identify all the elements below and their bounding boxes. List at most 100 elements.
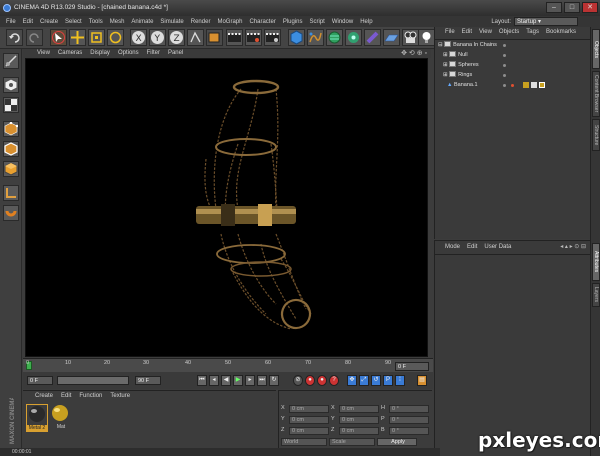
scale-key-icon[interactable]: ⤢ [359,375,369,386]
points-icon[interactable] [3,121,19,137]
object-item-rings[interactable]: ⊞ Rings [443,71,472,80]
apply-button[interactable]: Apply [377,438,417,446]
spline-pen-icon[interactable] [307,29,324,46]
array-icon[interactable] [345,29,362,46]
menu-help[interactable]: Help [360,19,372,25]
coord-scale-select[interactable]: Scale [329,438,375,446]
menu-tools[interactable]: Tools [89,19,103,25]
material-menu-create[interactable]: Create [35,393,53,399]
move-icon[interactable] [69,29,86,46]
object-item-spheres[interactable]: ⊞ Spheres [443,61,479,70]
position-z-field[interactable]: 0 cm [289,427,329,435]
attr-menu-edit[interactable]: Edit [467,244,477,250]
material-menu-function[interactable]: Function [79,393,102,399]
start-frame-field[interactable]: 0 F [27,376,53,385]
size-z-field[interactable]: 0 cm [339,427,379,435]
camera-icon[interactable] [402,29,419,46]
x-axis-icon[interactable]: X [130,29,147,46]
model-mode-icon[interactable] [206,29,223,46]
coordinate-system-icon[interactable] [187,29,204,46]
attr-nav-icons[interactable]: ◂ ▴ ▸ ⊙ ⊟ [560,243,586,250]
subdivision-surface-icon[interactable] [326,29,343,46]
motion-record-icon[interactable]: ⊘ [293,375,303,386]
close-button[interactable]: ✕ [582,2,598,13]
model-icon[interactable] [3,77,19,93]
menu-script[interactable]: Script [310,19,325,25]
loop-icon[interactable]: ↻ [269,375,279,386]
deformer-icon[interactable] [364,29,381,46]
axis-icon[interactable] [3,185,19,201]
prev-key-icon[interactable]: ◂ [209,375,219,386]
texture-tag-icon[interactable] [523,82,529,88]
rotation-b-field[interactable]: 0 ° [389,427,429,435]
y-axis-icon[interactable]: Y [149,29,166,46]
preview-range-slider[interactable] [57,376,129,385]
redo-icon[interactable] [26,29,43,46]
material-tag-icon[interactable] [539,82,545,88]
play-icon[interactable]: ▶ [233,375,243,386]
tab-structure[interactable]: Structure [592,119,600,151]
viewport-menu-display[interactable]: Display [90,49,110,58]
tab-objects[interactable]: Objects [592,29,600,69]
keyframe-selection-icon[interactable]: ? [329,375,339,386]
viewport-menu-view[interactable]: View [37,49,50,58]
visibility-dot[interactable] [503,54,506,57]
make-editable-icon[interactable] [3,53,19,69]
timeline-ruler[interactable]: 0 10 20 30 40 50 60 70 80 90 0 F [23,358,433,372]
menu-create[interactable]: Create [40,19,58,25]
object-menu-edit[interactable]: Edit [462,29,472,35]
live-select-icon[interactable] [50,29,67,46]
size-y-field[interactable]: 0 cm [339,416,379,424]
tab-attributes[interactable]: Attributes [592,243,600,281]
minimize-button[interactable]: – [546,2,562,13]
attr-menu-mode[interactable]: Mode [445,244,460,250]
material-swatch-mat[interactable]: Mat [50,404,72,432]
texture-icon[interactable] [3,97,19,113]
object-menu-tags[interactable]: Tags [526,29,539,35]
rotate-icon[interactable] [107,29,124,46]
object-item-null[interactable]: ⊞ Null [443,51,468,60]
undo-icon[interactable] [6,29,23,46]
goto-end-icon[interactable]: ⏭ [257,375,267,386]
material-swatch-metal[interactable]: Metal 2 [26,404,48,432]
object-item-banana-in-chains[interactable]: ⊟ Banana In Chains [438,41,497,50]
coord-mode-select[interactable]: World [281,438,327,446]
position-x-field[interactable]: 0 cm [289,405,329,413]
timeline-window-icon[interactable]: ▤ [417,375,427,386]
menu-select[interactable]: Select [65,19,82,25]
point-level-icon[interactable]: ⁞ [395,375,405,386]
autokey-icon[interactable]: ● [317,375,327,386]
scale-icon[interactable] [88,29,105,46]
object-menu-objects[interactable]: Objects [499,29,519,35]
cube-icon[interactable] [288,29,305,46]
object-menu-bookmarks[interactable]: Bookmarks [546,29,576,35]
edges-icon[interactable] [3,141,19,157]
rotation-p-field[interactable]: 0 ° [389,416,429,424]
3d-viewport[interactable] [25,58,428,357]
snap-icon[interactable] [3,205,19,221]
floor-icon[interactable] [383,29,400,46]
parameter-key-icon[interactable]: P [383,375,393,386]
viewport-menu-panel[interactable]: Panel [168,49,183,58]
position-y-field[interactable]: 0 cm [289,416,329,424]
phong-tag-icon[interactable] [531,82,537,88]
z-axis-icon[interactable]: Z [168,29,185,46]
layout-select[interactable]: Startup ▾ [514,17,578,26]
object-menu-view[interactable]: View [479,29,492,35]
viewport-menu-cameras[interactable]: Cameras [58,49,82,58]
material-menu-texture[interactable]: Texture [110,393,130,399]
rotation-key-icon[interactable]: ↺ [371,375,381,386]
record-key-icon[interactable]: ● [305,375,315,386]
visibility-dot[interactable] [503,44,506,47]
object-menu-file[interactable]: File [445,29,455,35]
position-key-icon[interactable]: ✥ [347,375,357,386]
next-key-icon[interactable]: ▸ [245,375,255,386]
material-menu-edit[interactable]: Edit [61,393,71,399]
end-frame-field[interactable]: 90 F [135,376,161,385]
menu-mograph[interactable]: MoGraph [217,19,242,25]
light-icon[interactable] [418,29,435,46]
render-picture-viewer-icon[interactable] [245,29,262,46]
current-frame-field[interactable]: 0 F [395,362,429,371]
rotation-h-field[interactable]: 0 ° [389,405,429,413]
polygons-icon[interactable] [3,161,19,177]
